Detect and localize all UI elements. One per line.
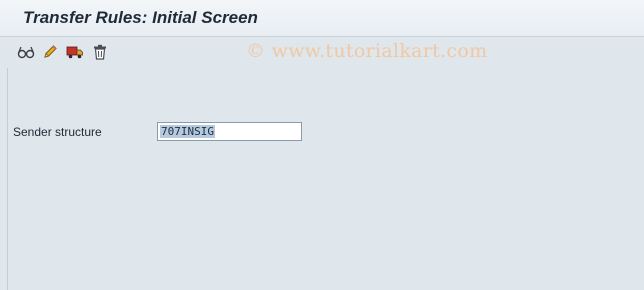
sender-structure-input[interactable]: 707INSIG	[157, 122, 302, 141]
title-bar: Transfer Rules: Initial Screen	[0, 0, 644, 37]
change-pencil-icon[interactable]	[40, 42, 60, 62]
create-truck-icon[interactable]	[65, 42, 85, 62]
page-title: Transfer Rules: Initial Screen	[23, 8, 258, 27]
sender-structure-label: Sender structure	[13, 125, 102, 139]
main-content-area	[7, 68, 644, 290]
watermark: © www.tutorialkart.com	[246, 40, 488, 62]
delete-trash-icon[interactable]	[90, 42, 110, 62]
sender-structure-value[interactable]: 707INSIG	[160, 125, 215, 138]
display-glasses-icon[interactable]	[16, 42, 36, 62]
